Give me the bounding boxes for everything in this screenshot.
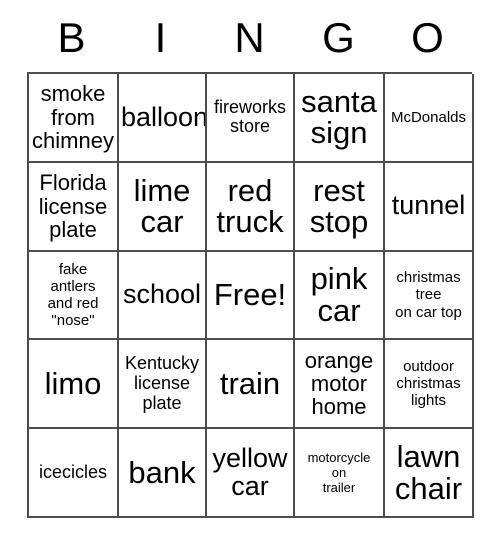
bingo-cell-label: pink car [310,261,368,328]
bingo-cell-r2c5[interactable]: tunnel [385,162,474,252]
bingo-cell-label: rest stop [309,172,369,240]
bingo-cell-r1c1[interactable]: smoke from chimney [29,74,119,163]
bingo-cell-label: Florida license plate [38,170,108,242]
bingo-cell-r5c2[interactable]: bank [119,429,207,518]
bingo-cell-r3c2[interactable]: school [119,251,207,341]
bingo-cell-label: orange motor home [304,347,374,420]
bingo-cell-label: icecicles [38,461,108,482]
bingo-cell-label: smoke from chimney [32,81,114,154]
bingo-cell-r4c4[interactable]: orange motor home [295,340,385,430]
bingo-cell-r2c4[interactable]: rest stop [295,162,385,252]
bingo-cell-label: lawn chair [394,438,463,506]
bingo-grid: smoke from chimney balloon fireworks store… [27,72,474,518]
bingo-header-letter-g: G [322,14,355,61]
bingo-cell-r5c5[interactable]: lawn chair [385,429,474,518]
bingo-header-letter-b: B [57,14,86,61]
bingo-cell-label: fireworks store [213,96,286,137]
bingo-cell-label: fake antlers and red "nose" [47,260,99,330]
bingo-header-row: B I N G O [27,8,472,68]
bingo-cell-r3c4[interactable]: pink car [295,251,385,341]
bingo-cell-r4c1[interactable]: limo [29,340,119,430]
bingo-cell-label: motorcycle on trailer [307,449,371,496]
bingo-cell-r5c3[interactable]: yellow car [207,429,295,518]
bingo-cell-label: tunnel [391,190,466,221]
bingo-header-letter-o: O [411,14,444,61]
bingo-cell-r1c4[interactable]: santa sign [295,74,385,163]
bingo-cell-label: bank [128,454,196,490]
bingo-cell-r4c2[interactable]: Kentucky license plate [119,340,207,430]
bingo-cell-r1c3[interactable]: fireworks store [207,74,295,163]
bingo-cell-r3c1[interactable]: fake antlers and red "nose" [29,251,119,341]
bingo-cell-label: outdoor christmas lights [396,358,461,410]
bingo-cell-label: McDonalds [390,108,467,126]
bingo-header-letter-n: N [234,14,265,61]
bingo-cell-label: train [219,365,281,401]
bingo-cell-r2c1[interactable]: Florida license plate [29,162,119,252]
bingo-cell-r1c5[interactable]: McDonalds [385,74,474,163]
bingo-header-letter-i: I [154,14,167,61]
bingo-card: B I N G O smoke from chimney balloon firew… [0,0,500,544]
bingo-cell-r2c2[interactable]: lime car [119,162,207,252]
bingo-cell-r2c3[interactable]: red truck [207,162,295,252]
bingo-cell-label: lime car [133,172,191,240]
bingo-cell-r5c4[interactable]: motorcycle on trailer [295,429,385,518]
bingo-cell-r1c2[interactable]: balloon [119,74,207,163]
bingo-cell-label: Kentucky license plate [124,353,200,413]
bingo-cell-label: yellow car [212,443,288,501]
bingo-cell-label: santa sign [301,83,377,151]
bingo-cell-label: Free! [213,277,287,313]
bingo-cell-r4c5[interactable]: outdoor christmas lights [385,340,474,430]
bingo-cell-label: balloon [121,101,207,132]
bingo-cell-label: christmas tree on car top [395,269,462,321]
bingo-cell-r3c3[interactable]: Free! [207,251,295,341]
bingo-cell-label: school [122,279,202,310]
bingo-cell-label: limo [44,365,102,401]
bingo-cell-label: red truck [216,172,284,240]
bingo-cell-r4c3[interactable]: train [207,340,295,430]
bingo-cell-r5c1[interactable]: icecicles [29,429,119,518]
bingo-cell-r3c5[interactable]: christmas tree on car top [385,251,474,341]
